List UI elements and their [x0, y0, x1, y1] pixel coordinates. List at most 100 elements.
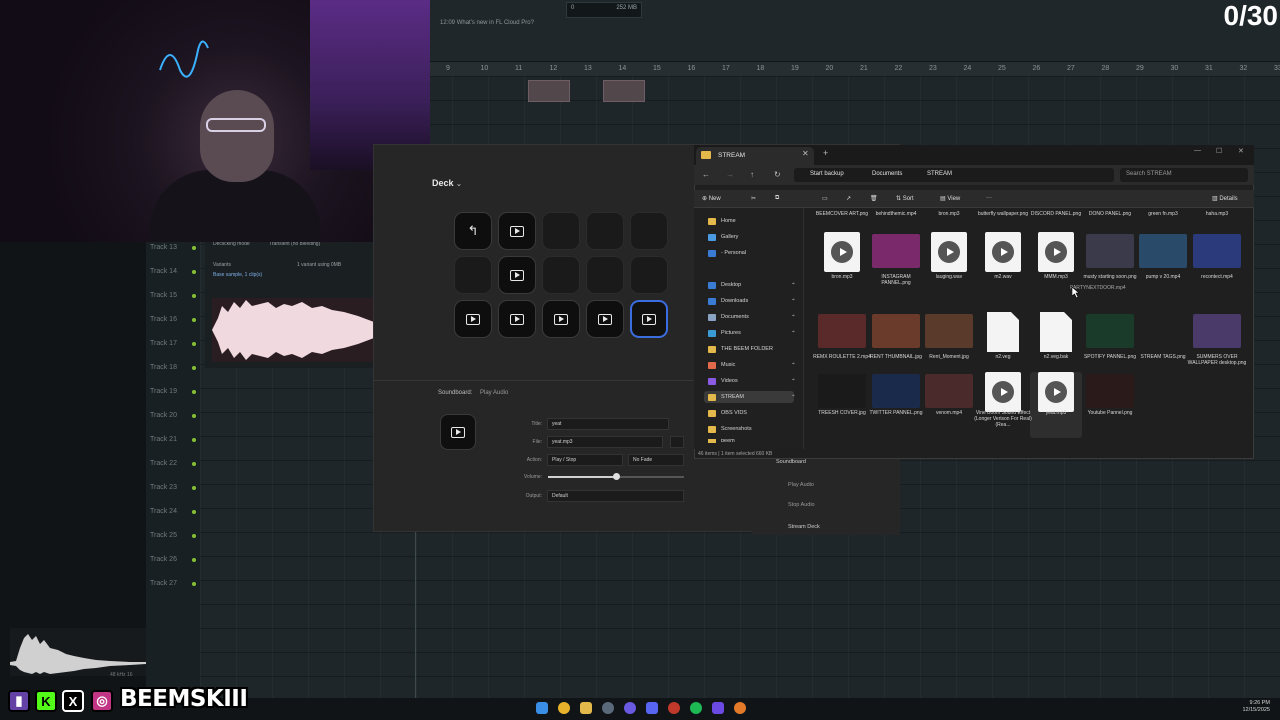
breadcrumb-documents[interactable]: Documents	[872, 171, 902, 177]
deck-key[interactable]	[498, 300, 536, 338]
file-item[interactable]: SUMMERS OVER WALLPAPER desktop.png	[1188, 312, 1246, 378]
file-item[interactable]: TWITTER PANNEL.png	[870, 372, 922, 438]
spotify-icon[interactable]	[690, 702, 702, 714]
file-item-name[interactable]: behindthemic.mp4	[866, 211, 926, 217]
sidebar-item-music[interactable]: Music	[708, 359, 798, 371]
track-mute-indicator[interactable]	[192, 462, 196, 466]
action-icon-preview[interactable]	[440, 414, 476, 450]
deck-key-empty[interactable]	[454, 256, 492, 294]
track-mute-indicator[interactable]	[192, 486, 196, 490]
deck-key[interactable]	[586, 300, 624, 338]
deck-key-selected[interactable]	[630, 300, 668, 338]
track-mute-indicator[interactable]	[192, 246, 196, 250]
track-mute-indicator[interactable]	[192, 558, 196, 562]
fade-select[interactable]: No Fade	[628, 454, 684, 466]
deck-key-empty[interactable]	[542, 212, 580, 250]
sidebar-item-screenshots[interactable]: Screenshots	[708, 423, 798, 435]
new-button[interactable]: ⊕ New	[702, 195, 721, 202]
file-item-name[interactable]: haha.mp3	[1187, 211, 1247, 217]
explorer-tab[interactable]: STREAM	[696, 147, 814, 165]
playlist-clip[interactable]	[603, 80, 645, 102]
sidebar-item-obs-vids[interactable]: OBS VIDS	[708, 407, 798, 419]
start-menu-icon[interactable]	[536, 702, 548, 714]
daw-notification[interactable]: 12:09 What's new in FL Cloud Pro?	[440, 20, 560, 40]
details-button[interactable]: ▥ Details	[1212, 195, 1238, 202]
sidebar-item-desktop[interactable]: Desktop	[708, 279, 798, 291]
copy-icon[interactable]: ⧉	[775, 195, 779, 202]
rename-icon[interactable]: ▭	[822, 195, 828, 202]
deck-key-empty[interactable]	[542, 256, 580, 294]
file-item[interactable]: n2.veg	[977, 312, 1029, 378]
back-arrow-icon[interactable]: ←	[702, 170, 710, 179]
category-soundboard[interactable]: Soundboard	[776, 459, 806, 465]
sort-button[interactable]: ⇅ Sort	[896, 195, 914, 202]
track-mute-indicator[interactable]	[192, 510, 196, 514]
taskbar-clock[interactable]: 9:26 PM 12/15/2025	[1226, 700, 1270, 714]
file-item[interactable]: venom.mp4	[923, 372, 975, 438]
sidebar-item-gallery[interactable]: Gallery	[708, 231, 798, 243]
track-mute-indicator[interactable]	[192, 318, 196, 322]
track-mute-indicator[interactable]	[192, 414, 196, 418]
sidebar-item-documents[interactable]: Documents	[708, 311, 798, 323]
file-item[interactable]: STREAM TAGS.png	[1137, 312, 1189, 378]
deck-key-empty[interactable]	[630, 256, 668, 294]
file-item-name[interactable]: BEEMCOVER ART.png	[812, 211, 872, 217]
file-item[interactable]: TREESH COVER.jpg	[816, 372, 868, 438]
file-item[interactable]: REMX ROULETTE 2.mp4	[813, 312, 871, 378]
deck-key[interactable]	[498, 212, 536, 250]
close-tab-icon[interactable]: ✕	[802, 149, 809, 158]
file-item-name[interactable]: DISCORD PANEL.png	[1026, 211, 1086, 217]
action-play-audio[interactable]: Play Audio	[788, 482, 814, 488]
file-item[interactable]: Vine Boom Sound Effect (Longer Verison F…	[974, 372, 1032, 438]
refresh-icon[interactable]: ↻	[774, 170, 781, 179]
volume-slider-handle[interactable]	[613, 473, 620, 480]
track-mute-indicator[interactable]	[192, 270, 196, 274]
forward-arrow-icon[interactable]: →	[726, 170, 734, 179]
up-arrow-icon[interactable]: ↑	[750, 170, 754, 179]
breadcrumb-start-backup[interactable]: Start backup	[810, 171, 844, 177]
view-button[interactable]: ▤ View	[940, 195, 960, 202]
share-icon[interactable]: ↗	[846, 195, 851, 202]
file-item-name[interactable]: butterfly wallpaper.png	[973, 211, 1033, 217]
deck-key[interactable]	[498, 256, 536, 294]
deck-key-empty[interactable]	[586, 212, 624, 250]
app-icon[interactable]	[712, 702, 724, 714]
fl-studio-icon[interactable]	[734, 702, 746, 714]
file-item[interactable]: pump v 20.mp4	[1137, 232, 1189, 298]
file-item[interactable]: INSTAGRAM PANNEL.png	[870, 232, 922, 298]
sidebar-item-videos[interactable]: Videos	[708, 375, 798, 387]
discord-icon[interactable]	[646, 702, 658, 714]
title-input[interactable]: yeat	[547, 418, 669, 430]
cut-icon[interactable]: ✂	[751, 195, 756, 202]
app-icon[interactable]	[668, 702, 680, 714]
deck-key-back[interactable]: ↰	[454, 212, 492, 250]
breadcrumb-stream[interactable]: STREAM	[927, 171, 952, 177]
deck-profile-title[interactable]: Deck ⌄	[432, 178, 462, 188]
delete-icon[interactable]: 🗑	[870, 195, 878, 202]
category-stream-deck[interactable]: Stream Deck	[788, 524, 820, 530]
file-item[interactable]: yeat.mp3	[1030, 372, 1082, 438]
new-tab-icon[interactable]: +	[823, 148, 828, 158]
file-item[interactable]: n2.veg.bak	[1030, 312, 1082, 378]
sidebar-item-beem[interactable]: beem	[708, 439, 798, 443]
app-icon[interactable]	[624, 702, 636, 714]
browse-file-button[interactable]	[670, 436, 684, 448]
minimize-icon[interactable]: —	[1194, 147, 1201, 154]
daw-timeline[interactable]: 9 10 11 12 13 14 15 16 17 18 19 20 21 22 23 24 25 26 27 28 2…	[430, 62, 1280, 76]
sidebar-item-personal[interactable]: - Personal	[708, 247, 798, 259]
file-explorer-icon[interactable]	[580, 702, 592, 714]
search-input[interactable]: Search STREAM	[1120, 168, 1248, 182]
chrome-icon[interactable]	[558, 702, 570, 714]
file-item[interactable]: lauging.wav	[923, 232, 975, 298]
sidebar-item-downloads[interactable]: Downloads	[708, 295, 798, 307]
file-input[interactable]: yeat.mp3	[547, 436, 663, 448]
file-item[interactable]: Youtube Pannel.png	[1084, 372, 1136, 438]
file-item[interactable]: recontect.mp4	[1191, 232, 1243, 298]
track-mute-indicator[interactable]	[192, 582, 196, 586]
sidebar-item-stream[interactable]: STREAM	[704, 391, 794, 403]
deck-key[interactable]	[454, 300, 492, 338]
obs-icon[interactable]	[602, 702, 614, 714]
action-stop-audio[interactable]: Stop Audio	[788, 502, 815, 508]
track-mute-indicator[interactable]	[192, 342, 196, 346]
sidebar-item-the-beem-folder[interactable]: THE BEEM FOLDER	[708, 343, 798, 355]
